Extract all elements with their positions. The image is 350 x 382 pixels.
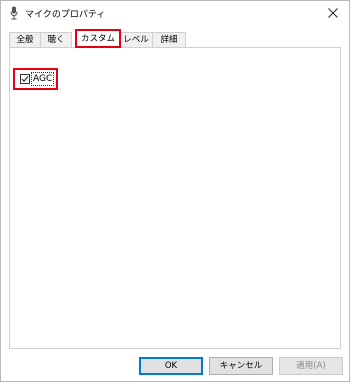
cancel-button[interactable]: キャンセル (209, 357, 273, 375)
window-title: マイクのプロパティ (25, 10, 106, 20)
microphone-icon (10, 6, 18, 20)
ok-button[interactable]: OK (139, 357, 203, 375)
tab-general[interactable]: 全般 (9, 32, 41, 47)
tab-advanced[interactable]: 詳細 (152, 32, 186, 47)
agc-checkbox-label[interactable]: AGC (31, 72, 55, 86)
tab-custom[interactable]: カスタム (75, 29, 121, 48)
close-button[interactable] (325, 5, 341, 21)
title-bar: マイクのプロパティ (1, 1, 349, 25)
tab-panel-custom (9, 47, 341, 349)
apply-button[interactable]: 適用(A) (279, 357, 343, 375)
tab-listen[interactable]: 聴く (40, 32, 72, 47)
agc-checkbox[interactable] (20, 74, 30, 84)
properties-dialog: マイクのプロパティ 全般 聴く レベル 詳細 カスタム AGC OK キャンセル… (0, 0, 350, 382)
checkmark-icon (21, 76, 29, 83)
tab-levels[interactable]: レベル (119, 32, 153, 47)
close-icon (328, 8, 338, 18)
